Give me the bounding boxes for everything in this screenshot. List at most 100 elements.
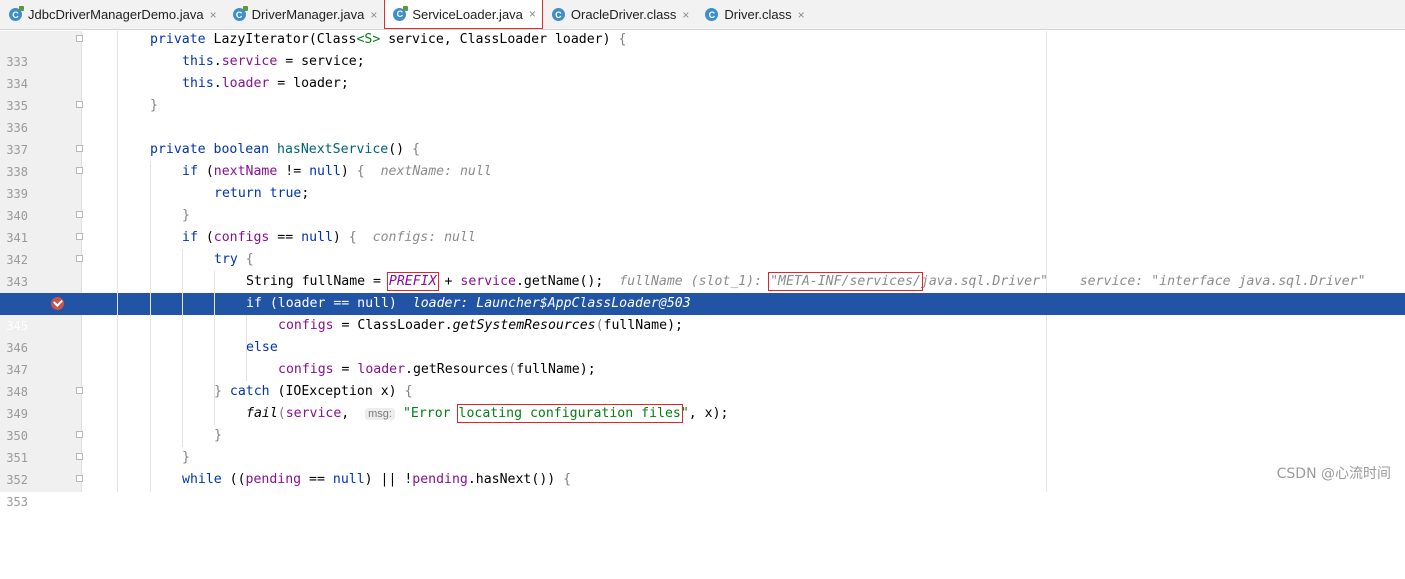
code-token: (IOException x) (277, 384, 405, 399)
code-line[interactable]: 339 if (nextName != null) { nextName: nu… (0, 161, 1405, 201)
code-token: { (404, 384, 413, 399)
code-token: loader (357, 362, 406, 377)
code-line[interactable]: 351 } (0, 425, 1405, 465)
code-line[interactable]: 352 } (0, 447, 1405, 487)
code-token: " (680, 406, 689, 421)
code-editor[interactable]: 333 private LazyIterator(Class<S> servic… (0, 29, 1405, 509)
tab-oracledriver[interactable]: C OracleDriver.class × (543, 0, 696, 29)
close-icon[interactable]: × (798, 8, 805, 22)
fold-marker-icon[interactable] (76, 35, 83, 42)
code-line[interactable]: 348 configs = loader.getResources(fullNa… (0, 359, 1405, 399)
code-line[interactable]: 340 return true; (0, 183, 1405, 223)
code-line[interactable]: 338 private boolean hasNextService() { (0, 139, 1405, 179)
line-number: 353 (6, 495, 28, 509)
tab-label: OracleDriver.class (570, 7, 677, 22)
debug-inline-value: loader: Launcher$AppClassLoader@503 (412, 296, 691, 311)
code-line[interactable]: 344 String fullName = PREFIX + service.g… (0, 271, 1405, 311)
code-line[interactable]: 349 } catch (IOException x) { (0, 381, 1405, 421)
close-icon[interactable]: × (682, 8, 689, 22)
code-token: ( (205, 230, 214, 245)
code-line[interactable]: 347 else (0, 337, 1405, 377)
tab-label: ServiceLoader.java (412, 6, 523, 22)
tab-jdbcdrivermanagerdemo[interactable]: C JdbcDriverManagerDemo.java × (0, 0, 224, 29)
code-line[interactable]: 337 (0, 117, 1405, 157)
csdn-watermark: CSDN @心流时间 (1276, 466, 1391, 482)
code-token: service (285, 406, 342, 421)
code-token: { (356, 164, 365, 179)
code-token: loader (221, 76, 270, 91)
code-line[interactable]: 335 this.loader = loader; (0, 73, 1405, 113)
code-token: { (618, 32, 627, 47)
tab-label: JdbcDriverManagerDemo.java (28, 7, 204, 22)
code-line[interactable]: 341 } (0, 205, 1405, 245)
close-icon[interactable]: × (529, 7, 536, 21)
tab-label: DriverManager.java (251, 7, 365, 22)
code-token: configs (278, 318, 334, 333)
fold-marker-icon[interactable] (76, 255, 83, 262)
code-token: ( (277, 406, 286, 421)
breakpoint-icon[interactable] (51, 297, 64, 310)
java-class-icon: C (232, 6, 248, 21)
code-token: return true (214, 186, 302, 201)
code-token: ) (340, 164, 357, 179)
debug-inline-value: configs: null (372, 230, 476, 245)
fold-marker-icon[interactable] (76, 211, 83, 218)
fold-marker-icon[interactable] (76, 101, 83, 108)
code-token: } (182, 450, 190, 465)
code-token: . (213, 76, 222, 91)
fold-marker-icon[interactable] (76, 233, 83, 240)
highlighted-prefix-constant: PREFIX (386, 272, 439, 291)
code-line[interactable]: 342 if (configs == null) { configs: null (0, 227, 1405, 267)
code-token: == (301, 472, 333, 487)
fold-marker-icon[interactable] (76, 431, 83, 438)
code-token: { (245, 252, 254, 267)
close-icon[interactable]: × (210, 8, 217, 22)
code-token: } (214, 384, 230, 399)
code-token: else (246, 340, 278, 355)
tab-serviceloader[interactable]: C ServiceLoader.java × (384, 0, 543, 29)
debug-inline-value: fullName (slot_1): (619, 274, 771, 289)
code-line[interactable]: 333 private LazyIterator(Class<S> servic… (0, 29, 1405, 69)
code-token: service (221, 54, 278, 69)
class-icon: C (705, 8, 719, 21)
code-token: ( (205, 164, 214, 179)
code-token: } (150, 98, 158, 113)
code-token: String fullName = (246, 274, 389, 289)
code-token: (( (229, 472, 246, 487)
code-token: while (182, 472, 230, 487)
code-token: , (341, 406, 358, 421)
class-icon: C (551, 8, 565, 21)
code-token: fail (246, 406, 278, 421)
tab-drivermanager[interactable]: C DriverManager.java × (224, 0, 385, 29)
code-token: "Error (402, 406, 459, 421)
java-class-icon: C (393, 5, 409, 21)
code-token: private boolean (150, 142, 278, 157)
code-token: <S> (356, 32, 381, 47)
parameter-hint: msg: (365, 408, 395, 420)
code-token: catch (229, 384, 278, 399)
code-line[interactable]: 350 fail(service, msg: "Error locating c… (0, 403, 1405, 443)
code-token: pending (245, 472, 302, 487)
code-line[interactable]: 343 try { (0, 249, 1405, 289)
code-token: if (182, 230, 206, 245)
code-token: null (332, 472, 365, 487)
current-execution-line[interactable]: 345 if (loader == null) loader: Launcher… (0, 293, 1405, 333)
tab-driver[interactable]: C Driver.class × (696, 0, 811, 29)
fold-marker-icon[interactable] (76, 167, 83, 174)
code-token: configs (278, 362, 334, 377)
code-line[interactable]: 334 this.service = service; (0, 51, 1405, 91)
code-token: { (563, 472, 572, 487)
code-token: = ClassLoader. (333, 318, 453, 333)
fold-marker-icon[interactable] (76, 387, 83, 394)
code-token: + (436, 274, 461, 289)
fold-marker-icon[interactable] (76, 145, 83, 152)
code-line[interactable]: 336 } (0, 95, 1405, 135)
code-line[interactable]: 353 while ((pending == null) || !pending… (0, 469, 1405, 509)
fold-marker-icon[interactable] (76, 453, 83, 460)
code-token: ); (667, 318, 683, 333)
close-icon[interactable]: × (370, 8, 377, 22)
code-line[interactable]: 346 configs = ClassLoader.getSystemResou… (0, 315, 1405, 355)
fold-marker-icon[interactable] (76, 475, 83, 482)
code-token: getSystemResources (452, 318, 596, 333)
code-token: LazyIterator (213, 32, 309, 47)
